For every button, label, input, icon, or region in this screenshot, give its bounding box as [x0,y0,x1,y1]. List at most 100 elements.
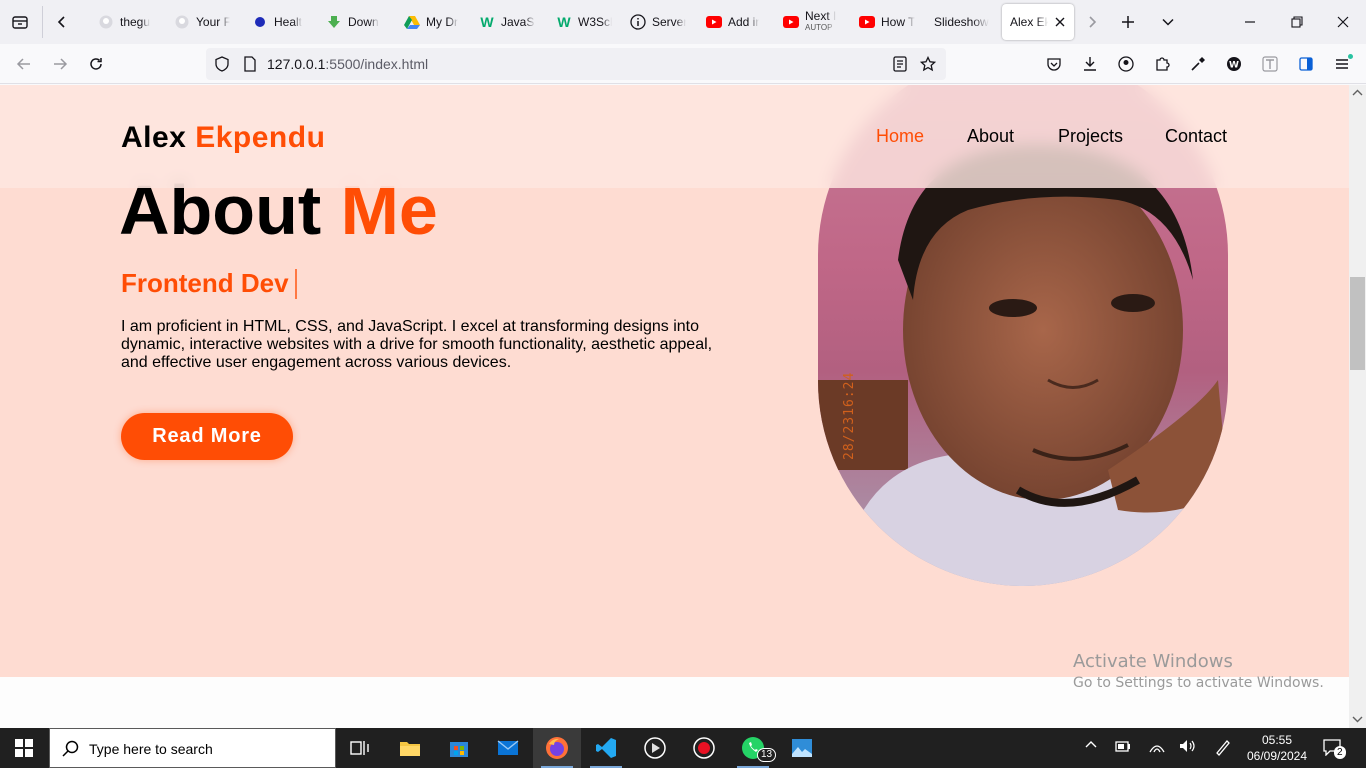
start-button[interactable] [0,728,48,768]
watermark-title: Activate Windows [1073,651,1233,672]
reload-icon[interactable] [84,52,108,76]
browser-tab[interactable]: How T [851,4,923,40]
tab-label: JavaSc [501,15,535,29]
browser-tab[interactable]: W JavaSc [471,4,543,40]
show-hidden-icons[interactable] [1084,738,1098,757]
browser-tab[interactable]: Healt [244,4,316,40]
windows-taskbar: Type here to search 13 05:55 06/09/2024 … [0,728,1366,768]
browser-tab[interactable]: My Dr [396,4,468,40]
sidebar-icon[interactable] [1294,52,1318,76]
w3schools-icon: W [480,14,494,30]
browser-tab[interactable]: Slideshow [926,4,998,40]
search-placeholder: Type here to search [89,741,213,757]
page-viewport: 28/2316:24 About Me Frontend Dev I am pr… [0,85,1349,728]
google-drive-icon [404,14,420,30]
site-header: Alex Ekpendu Home About Projects Contact [0,85,1349,188]
download-icon [326,14,342,30]
scroll-tabs-left-icon[interactable] [50,10,74,34]
read-more-button[interactable]: Read More [121,413,293,460]
close-tab-icon[interactable] [1054,16,1066,28]
tab-label: Down [348,15,379,29]
network-icon[interactable] [1148,738,1166,759]
close-window-icon[interactable] [1329,10,1357,34]
scroll-up-icon[interactable] [1352,89,1363,97]
reader-view-icon[interactable] [892,56,908,72]
eyedropper-icon[interactable] [1186,52,1210,76]
github-icon [98,14,114,30]
battery-icon[interactable] [1114,738,1132,759]
whatsapp-icon[interactable]: 13 [729,728,777,768]
typing-caret [294,268,297,299]
scrollbar-thumb[interactable] [1350,277,1365,370]
page-scrollbar[interactable] [1349,85,1366,728]
notification-center-icon[interactable]: 2 [1322,738,1346,761]
screen-recorder-icon[interactable] [680,728,728,768]
back-icon[interactable] [12,52,36,76]
account-icon[interactable] [1114,52,1138,76]
vscode-icon[interactable] [582,728,630,768]
activate-windows-watermark: Activate Windows Go to Settings to activ… [1073,651,1324,691]
clock-date: 06/09/2024 [1246,749,1308,763]
browser-tab[interactable]: thegu [90,4,162,40]
photos-icon[interactable] [778,728,826,768]
text-tool-icon[interactable] [1258,52,1282,76]
volume-icon[interactable] [1178,738,1196,759]
search-icon [62,740,79,757]
downloads-icon[interactable] [1078,52,1102,76]
wordpress-icon[interactable]: W [1222,52,1246,76]
windows-logo-icon [15,739,33,757]
w3schools-icon: W [557,14,571,30]
media-player-icon[interactable] [631,728,679,768]
svg-text:W: W [1229,61,1239,71]
browser-tab[interactable]: Down [318,4,390,40]
taskbar-search[interactable]: Type here to search [49,728,336,768]
new-tab-icon[interactable] [1116,10,1140,34]
microsoft-store-icon[interactable] [435,728,483,768]
bookmark-star-icon[interactable] [920,56,936,72]
tab-strip: thegu Your F Healt Down My Dr W JavaSc W… [0,0,1366,44]
tab-label: Healt [274,15,303,29]
circle-icon [252,14,268,30]
scroll-tabs-right-icon[interactable] [1082,10,1102,34]
system-clock[interactable]: 05:55 06/09/2024 [1246,732,1308,764]
extensions-icon[interactable] [1150,52,1174,76]
tab-label: My Dr [426,15,458,29]
shield-icon[interactable] [214,56,230,72]
forward-icon[interactable] [48,52,72,76]
tab-list-icon[interactable] [8,10,32,34]
firefox-icon[interactable] [533,728,581,768]
browser-tab[interactable]: Server [622,4,694,40]
tab-label: Alex Ek [1010,15,1048,29]
minimize-icon[interactable] [1236,10,1264,34]
tab-label: Slideshow [934,15,989,29]
mail-icon[interactable] [484,728,532,768]
nav-home[interactable]: Home [876,126,924,147]
watermark-subtitle: Go to Settings to activate Windows. [1073,675,1324,691]
task-view-icon[interactable] [336,728,384,768]
browser-tab[interactable]: Your F [166,4,238,40]
tab-label: thegu [120,15,151,29]
nav-projects[interactable]: Projects [1058,126,1123,147]
list-all-tabs-icon[interactable] [1156,10,1180,34]
nav-about[interactable]: About [967,126,1014,147]
pen-icon[interactable] [1214,738,1232,761]
photo-timestamp: 28/2316:24 [842,371,857,460]
scroll-down-icon[interactable] [1352,715,1363,723]
youtube-icon [706,14,722,30]
site-logo[interactable]: Alex Ekpendu [121,121,325,155]
browser-tab[interactable]: Next I AUTOP [775,4,847,40]
nav-contact[interactable]: Contact [1165,126,1227,147]
restore-icon[interactable] [1283,10,1311,34]
browser-tab[interactable]: Add ir [698,4,770,40]
youtube-icon [859,14,875,30]
browser-tab[interactable]: W W3Sch [548,4,620,40]
tab-label: How T [881,15,915,29]
address-bar[interactable]: 127.0.0.1:5500/index.html [206,48,946,80]
url-text[interactable]: 127.0.0.1:5500/index.html [267,56,428,72]
navigation-toolbar: 127.0.0.1:5500/index.html W [0,44,1366,84]
browser-tab-active[interactable]: Alex Ek [1002,4,1074,40]
pocket-icon[interactable] [1042,52,1066,76]
menu-icon[interactable] [1330,52,1354,76]
page-icon[interactable] [242,56,258,72]
file-explorer-icon[interactable] [386,728,434,768]
